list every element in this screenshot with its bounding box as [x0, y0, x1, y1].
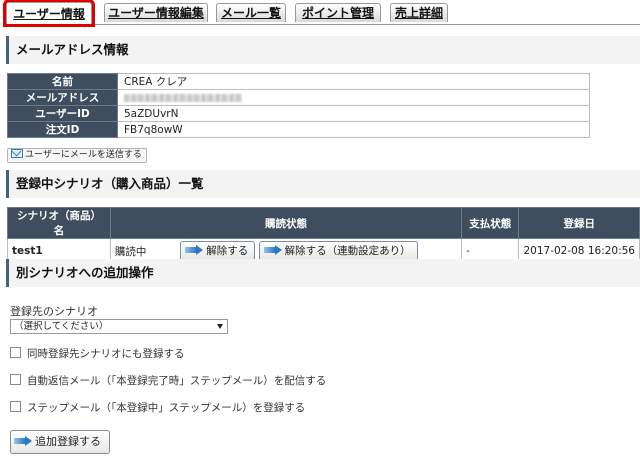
checkbox-row-linked[interactable]: 同時登録先シナリオにも登録する — [10, 346, 185, 361]
col-header-date: 登録日 — [518, 207, 640, 239]
table-header-row: シナリオ（商品）名 購読状態 支払状態 登録日 — [7, 207, 640, 239]
scenario-table: シナリオ（商品）名 購読状態 支払状態 登録日 test1 購読中 解除する 解… — [7, 207, 640, 264]
tab-user-info[interactable]: ユーザー情報 — [3, 0, 95, 27]
tab-sales-detail[interactable]: 売上詳細 — [390, 3, 448, 22]
tab-bar: ユーザー情報 ユーザー情報編集 メール一覧 ポイント管理 売上詳細 — [3, 0, 640, 27]
table-row: ユーザーID 5aZDUvrN — [7, 105, 590, 122]
checkbox-label: 自動返信メール（「本登録完了時」ステップメール）を配信する — [27, 375, 327, 387]
target-scenario-label: 登録先のシナリオ — [10, 305, 98, 318]
col-header-status: 購読状態 — [109, 207, 463, 239]
checkbox-row-stepmail[interactable]: ステップメール（「本登録中」ステップメール）を登録する — [10, 400, 305, 415]
chevron-down-icon — [217, 324, 223, 329]
envelope-icon — [11, 149, 23, 158]
row-key: 名前 — [7, 73, 118, 90]
row-value: 5aZDUvrN — [117, 105, 590, 122]
col-header-payment: 支払状態 — [461, 207, 520, 239]
cancel-label: 解除する — [206, 244, 249, 257]
row-key: メールアドレス — [7, 89, 118, 106]
email-value — [117, 89, 590, 106]
select-value: （選択してください） — [14, 321, 109, 332]
scenario-select[interactable]: （選択してください） — [10, 319, 228, 334]
checkbox-label: ステップメール（「本登録中」ステップメール）を登録する — [27, 402, 306, 414]
checkbox-row-autoreply[interactable]: 自動返信メール（「本登録完了時」ステップメール）を配信する — [10, 373, 326, 388]
send-mail-label: ユーザーにメールを送信する — [25, 150, 142, 160]
cancel-linked-label: 解除する（連動設定あり） — [284, 244, 411, 257]
arrow-right-icon — [14, 436, 32, 446]
table-row: 名前 CREA クレア — [7, 73, 590, 90]
scenario-section-title: 登録中シナリオ（購入商品）一覧 — [6, 170, 640, 198]
checkbox-linked[interactable] — [10, 347, 21, 358]
add-register-label: 追加登録する — [35, 435, 101, 448]
tab-point-management[interactable]: ポイント管理 — [295, 3, 381, 22]
row-value: FB7q8owW — [117, 121, 590, 138]
table-row: 注文ID FB7q8owW — [7, 121, 590, 138]
tab-mail-list[interactable]: メール一覧 — [216, 3, 286, 22]
arrow-right-icon — [263, 244, 282, 255]
col-header-scenario: シナリオ（商品）名 — [7, 207, 111, 239]
arrow-right-icon — [185, 244, 204, 255]
row-key: ユーザーID — [7, 105, 118, 122]
tab-user-edit[interactable]: ユーザー情報編集 — [104, 3, 208, 22]
status-text: 購読中 — [114, 245, 147, 258]
send-mail-button[interactable]: ユーザーにメールを送信する — [7, 148, 147, 163]
mail-info-table: 名前 CREA クレア メールアドレス ユーザーID 5aZDUvrN 注文ID… — [7, 73, 590, 138]
row-value: CREA クレア — [117, 73, 590, 90]
checkbox-autoreply[interactable] — [10, 374, 21, 385]
mail-section-title: メールアドレス情報 — [6, 36, 640, 64]
table-row: メールアドレス — [7, 89, 590, 106]
row-key: 注文ID — [7, 121, 118, 138]
add-register-button[interactable]: 追加登録する — [10, 430, 110, 454]
checkbox-stepmail[interactable] — [10, 401, 21, 412]
redacted-email — [124, 93, 242, 102]
add-section-title: 別シナリオへの追加操作 — [6, 259, 640, 287]
checkbox-label: 同時登録先シナリオにも登録する — [27, 348, 185, 360]
